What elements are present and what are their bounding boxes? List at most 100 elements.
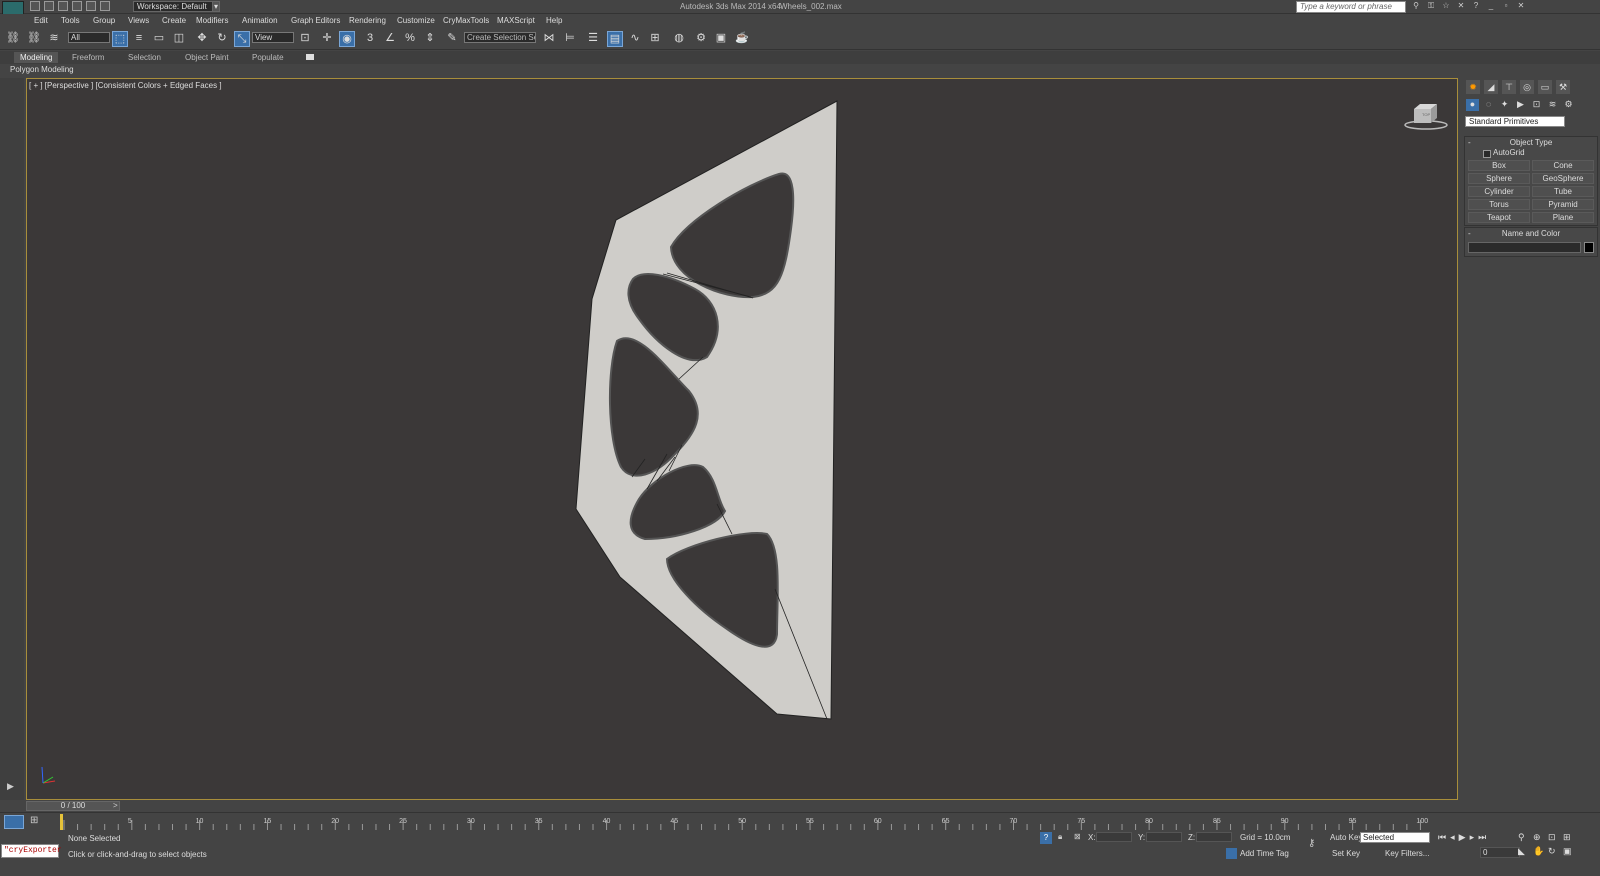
time-slider[interactable]: 0 / 100 [26,801,120,811]
render-setup-icon[interactable]: ⚙ [693,31,709,47]
restore-icon[interactable]: ▫ [1500,1,1512,12]
workspace-dropdown[interactable]: Workspace: Default [133,1,213,12]
spinner-snap-icon[interactable]: ⇕ [422,31,438,47]
pivot-center-icon[interactable]: ⊡ [297,31,313,47]
menu-tools[interactable]: Tools [61,16,80,25]
primitive-category-dropdown[interactable]: Standard Primitives [1465,116,1565,127]
object-name-field[interactable] [1468,242,1581,253]
move-icon[interactable]: ✥ [194,31,210,47]
edit-named-selection-icon[interactable]: ✎ [444,31,460,47]
schematic-view-icon[interactable]: ⊞ [647,31,663,47]
field-of-view-icon[interactable]: ◣ [1518,846,1530,857]
window-crossing-icon[interactable]: ◫ [171,31,187,47]
time-tag-icon[interactable] [1226,848,1237,859]
y-coordinate-field[interactable] [1146,832,1182,842]
teapot-button[interactable]: Teapot [1468,212,1530,223]
orbit-icon[interactable]: ↻ [1548,846,1560,857]
material-editor-icon[interactable]: ◍ [671,31,687,47]
shapes-icon[interactable]: ◌ [1482,99,1495,111]
align-icon[interactable]: ⊨ [562,31,578,47]
percent-snap-icon[interactable]: % [402,31,418,47]
key-icon[interactable]: ⚿ [1425,1,1437,12]
menu-animation[interactable]: Animation [242,16,278,25]
hierarchy-tab-icon[interactable]: ⊤ [1502,80,1516,94]
current-frame-field[interactable]: 0 [1480,847,1520,858]
geometry-icon[interactable]: ● [1466,99,1479,111]
tab-modeling[interactable]: Modeling [14,52,59,63]
go-to-start-icon[interactable]: ⏮ [1438,832,1446,843]
lights-icon[interactable]: ✦ [1498,99,1511,111]
menu-help[interactable]: Help [546,16,562,25]
redo-icon[interactable] [86,1,96,11]
menu-rendering[interactable]: Rendering [349,16,386,25]
close-icon[interactable]: ✕ [1515,1,1527,12]
plane-button[interactable]: Plane [1532,212,1594,223]
tab-freeform[interactable]: Freeform [72,53,104,62]
rendered-frame-window-icon[interactable]: ▣ [713,31,729,47]
auto-key-button[interactable]: Auto Key [1330,833,1362,842]
systems-icon[interactable]: ⚙ [1562,99,1575,111]
minimize-icon[interactable]: _ [1485,1,1497,12]
star-icon[interactable]: ☆ [1440,1,1452,12]
mirror-icon[interactable]: ⋈ [541,31,557,47]
mini-curve-editor-icon[interactable] [4,815,24,829]
project-folder-icon[interactable] [100,1,110,11]
menu-create[interactable]: Create [162,16,186,25]
search-input[interactable]: Type a keyword or phrase [1296,1,1406,13]
layer-manager-icon[interactable]: ☰ [585,31,601,47]
set-key-button[interactable]: Set Key [1332,849,1360,858]
z-coordinate-field[interactable] [1196,832,1232,842]
menu-group[interactable]: Group [93,16,115,25]
exchange-icon[interactable]: ✕ [1455,1,1467,12]
spacewarps-icon[interactable]: ≋ [1546,99,1559,111]
next-frame-icon[interactable]: ▸ [1470,832,1475,843]
select-manipulate-icon[interactable]: ✛ [319,31,335,47]
menu-graph-editors[interactable]: Graph Editors [291,16,340,25]
reference-coordinate-dropdown[interactable]: View [252,32,294,43]
track-bar-options-icon[interactable]: ⊞ [30,815,38,826]
key-mode-dropdown[interactable]: Selected [1360,832,1430,843]
undo-icon[interactable] [72,1,82,11]
x-coordinate-field[interactable] [1096,832,1132,842]
display-tab-icon[interactable]: ▭ [1538,80,1552,94]
snaps-toggle-icon[interactable]: 3 [362,31,378,47]
zoom-icon[interactable]: ⚲ [1518,832,1530,843]
play-icon[interactable]: ▶ [1459,832,1466,843]
wheel-mesh[interactable] [575,100,838,720]
render-production-icon[interactable]: ☕ [734,31,750,47]
pan-icon[interactable]: ✋ [1533,846,1545,857]
autogrid-checkbox[interactable]: AutoGrid [1465,148,1597,158]
open-file-icon[interactable] [44,1,54,11]
new-file-icon[interactable] [30,1,40,11]
cone-button[interactable]: Cone [1532,160,1594,171]
previous-frame-icon[interactable]: ◂ [1450,832,1455,843]
add-time-tag-button[interactable]: Add Time Tag [1240,849,1289,858]
utilities-tab-icon[interactable]: ⚒ [1556,80,1570,94]
search-icon[interactable]: ⚲ [1410,1,1422,12]
zoom-all-icon[interactable]: ⊕ [1533,832,1545,843]
ribbon-options-icon[interactable] [306,54,314,60]
unlink-icon[interactable]: ⛓ [26,31,42,47]
expand-strip-icon[interactable]: ▶ [7,781,14,792]
maxscript-listener[interactable]: "cryExporter [1,844,62,858]
selection-lock-icon[interactable]: 🔒︎ [1058,832,1062,842]
menu-views[interactable]: Views [128,16,149,25]
cameras-icon[interactable]: ▶ [1514,99,1527,111]
tab-populate[interactable]: Populate [252,53,284,62]
tab-object-paint[interactable]: Object Paint [185,53,229,62]
menu-modifiers[interactable]: Modifiers [196,16,228,25]
absolute-mode-icon[interactable]: ⊠ [1074,832,1081,841]
name-and-color-header[interactable]: - Name and Color [1465,228,1597,239]
selection-filter-dropdown[interactable]: All [68,32,110,43]
isolate-selection-icon[interactable]: ? [1040,832,1052,844]
create-tab-icon[interactable]: ✹ [1466,80,1480,94]
tab-selection[interactable]: Selection [128,53,161,62]
bind-spacewarp-icon[interactable]: ≋ [46,31,62,47]
slider-next-icon[interactable]: > [113,801,118,810]
viewcube[interactable]: TOP [1403,101,1449,131]
tube-button[interactable]: Tube [1532,186,1594,197]
zoom-extents-icon[interactable]: ⊡ [1548,832,1560,843]
rotate-icon[interactable]: ↻ [214,31,230,47]
object-type-header[interactable]: - Object Type [1465,137,1597,148]
geosphere-button[interactable]: GeoSphere [1532,173,1594,184]
